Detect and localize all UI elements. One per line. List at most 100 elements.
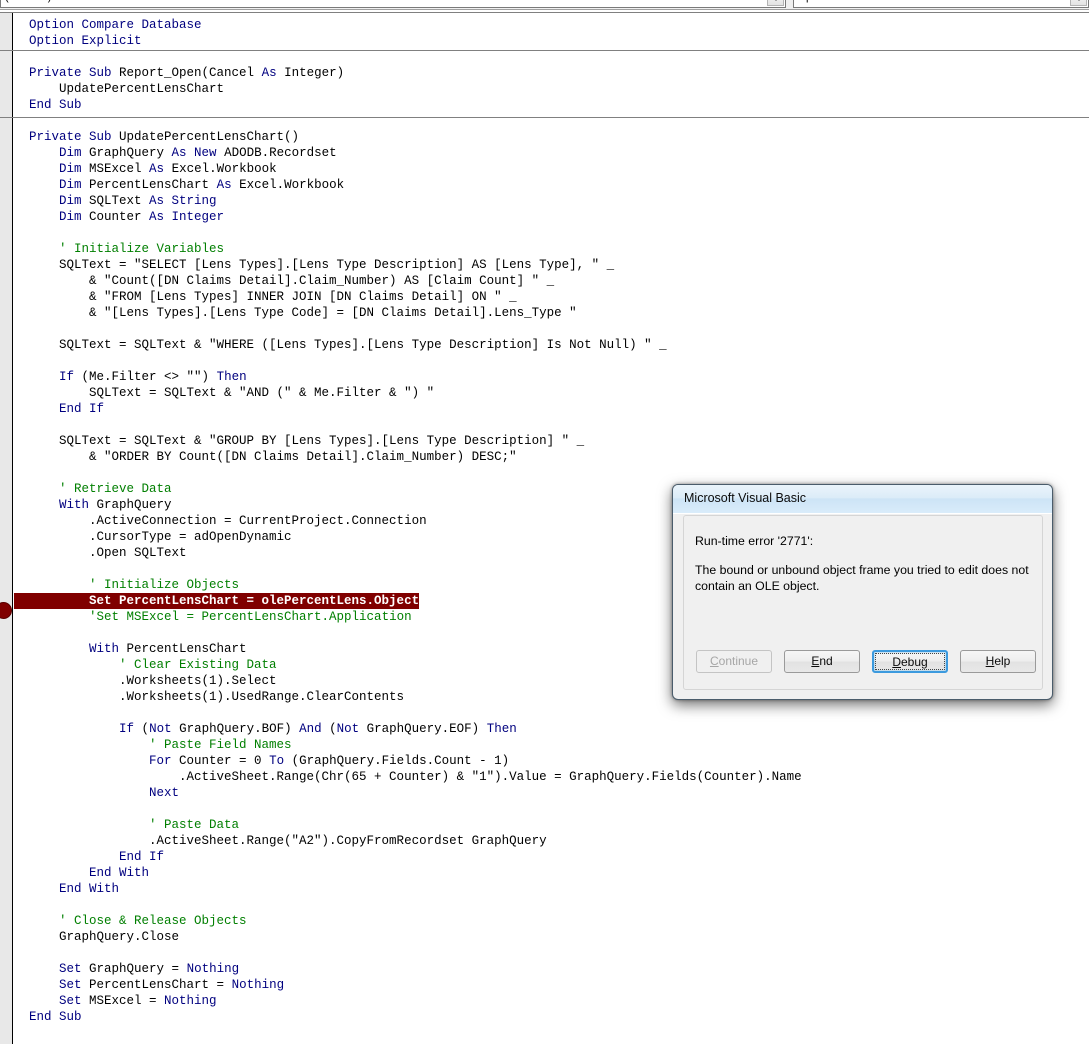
code-token: GraphQuery.Close (14, 930, 180, 944)
code-line[interactable]: ' Initialize Objects (14, 577, 239, 593)
focus-outline (875, 653, 945, 670)
code-line-highlighted[interactable]: Set PercentLensChart = olePercentLens.Ob… (14, 593, 420, 609)
code-token: Counter (89, 210, 150, 224)
code-line[interactable]: GraphQuery.Close (14, 929, 179, 945)
debug-button[interactable]: Debug (872, 650, 948, 673)
code-line[interactable]: ' Initialize Variables (14, 241, 224, 257)
help-button[interactable]: Help (960, 650, 1036, 673)
code-line[interactable]: Dim SQLText As String (14, 193, 217, 209)
code-line[interactable]: Option Compare Database (14, 17, 202, 33)
code-token: Excel.Workbook (239, 178, 345, 192)
code-line[interactable]: ' Paste Data (14, 817, 239, 833)
code-token: MSExcel (89, 162, 150, 176)
code-token: Option Explicit (29, 34, 142, 48)
code-line[interactable]: Set GraphQuery = Nothing (14, 961, 239, 977)
code-token: Next (149, 786, 180, 800)
code-line[interactable]: If (Not GraphQuery.BOF) And (Not GraphQu… (14, 721, 517, 737)
code-line[interactable]: SQLText = SQLText & "GROUP BY [Lens Type… (14, 433, 584, 449)
continue-button[interactable]: Continue (696, 650, 772, 673)
code-token: For (149, 754, 180, 768)
code-line[interactable]: End If (14, 849, 164, 865)
procedure-combo-box[interactable]: UpdatePercentLensChart (793, 0, 1089, 8)
code-token: Nothing (186, 962, 240, 976)
code-line[interactable]: Private Sub UpdatePercentLensChart() (14, 129, 299, 145)
code-token: Then (486, 722, 517, 736)
code-line[interactable]: 'Set MSExcel = PercentLensChart.Applicat… (14, 609, 412, 625)
code-token: MSExcel = (89, 994, 165, 1008)
code-line[interactable]: & "FROM [Lens Types] INNER JOIN [DN Clai… (14, 289, 517, 305)
code-line[interactable]: With GraphQuery (14, 497, 172, 513)
code-line[interactable]: With PercentLensChart (14, 641, 247, 657)
code-line[interactable]: .Worksheets(1).Select (14, 673, 277, 689)
code-token: ' Paste Field Names (149, 738, 292, 752)
error-message-text: The bound or unbound object frame you tr… (695, 563, 1029, 593)
code-token: ADODB.Recordset (224, 146, 337, 160)
code-line[interactable]: .ActiveSheet.Range(Chr(65 + Counter) & "… (14, 769, 802, 785)
code-token: Integer) (284, 66, 345, 80)
code-token: End Sub (29, 98, 82, 112)
code-token: ( (141, 722, 150, 736)
code-line[interactable]: For Counter = 0 To (GraphQuery.Fields.Co… (14, 753, 509, 769)
code-line[interactable]: .ActiveConnection = CurrentProject.Conne… (14, 513, 427, 529)
code-token: To (269, 754, 292, 768)
code-line[interactable]: ' Clear Existing Data (14, 657, 277, 673)
code-line[interactable]: Private Sub Report_Open(Cancel As Intege… (14, 65, 344, 81)
editor-margin-gutter[interactable] (0, 13, 13, 1044)
code-token: As (216, 178, 240, 192)
code-line[interactable]: .Worksheets(1).UsedRange.ClearContents (14, 689, 404, 705)
code-line[interactable]: .CursorType = adOpenDynamic (14, 529, 292, 545)
code-line[interactable]: .Open SQLText (14, 545, 187, 561)
code-token: SQLText = SQLText & "AND (" & Me.Filter … (14, 386, 435, 400)
toolbar-divider (0, 9, 1089, 10)
chevron-down-icon[interactable] (767, 0, 784, 6)
procedure-combo-value: UpdatePercentLensChart (798, 0, 922, 3)
code-token: (Me.Filter <> "") (81, 370, 217, 384)
code-line[interactable]: SQLText = "SELECT [Lens Types].[Lens Typ… (14, 257, 614, 273)
code-line[interactable]: ' Close & Release Objects (14, 913, 247, 929)
code-line[interactable]: Next (14, 785, 179, 801)
code-token: SQLText = SQLText & "GROUP BY [Lens Type… (14, 434, 585, 448)
code-line[interactable]: & "[Lens Types].[Lens Type Code] = [DN C… (14, 305, 577, 321)
code-line[interactable]: End With (14, 865, 149, 881)
code-line[interactable]: Dim Counter As Integer (14, 209, 224, 225)
code-line[interactable]: Set MSExcel = Nothing (14, 993, 217, 1009)
code-line[interactable]: Option Explicit (14, 33, 142, 49)
code-line[interactable]: End With (14, 881, 119, 897)
code-line[interactable]: ' Paste Field Names (14, 737, 292, 753)
code-line[interactable]: End Sub (14, 97, 82, 113)
code-line[interactable]: End Sub (14, 1009, 82, 1025)
code-line[interactable]: Dim GraphQuery As New ADODB.Recordset (14, 145, 337, 161)
code-token: ' Paste Data (149, 818, 240, 832)
code-line[interactable]: ' Retrieve Data (14, 481, 172, 497)
code-token: As Integer (149, 210, 225, 224)
chevron-down-icon[interactable] (1070, 0, 1087, 6)
code-token: GraphQuery.BOF) (179, 722, 300, 736)
code-line[interactable]: End If (14, 401, 104, 417)
code-line[interactable]: SQLText = SQLText & "WHERE ([Lens Types]… (14, 337, 667, 353)
code-line[interactable]: .ActiveSheet.Range("A2").CopyFromRecords… (14, 833, 547, 849)
code-line[interactable]: If (Me.Filter <> "") Then (14, 369, 247, 385)
end-button[interactable]: End (784, 650, 860, 673)
runtime-error-dialog[interactable]: Microsoft Visual Basic Run-time error '2… (672, 484, 1053, 700)
code-token: GraphQuery (96, 498, 172, 512)
code-line[interactable]: & "ORDER BY Count([DN Claims Detail].Cla… (14, 449, 517, 465)
code-line[interactable]: Dim PercentLensChart As Excel.Workbook (14, 177, 344, 193)
code-line[interactable]: Dim MSExcel As Excel.Workbook (14, 161, 277, 177)
code-token: Set (59, 978, 90, 992)
current-statement-marker-icon (0, 602, 12, 619)
code-line[interactable]: & "Count([DN Claims Detail].Claim_Number… (14, 273, 554, 289)
code-token: .Worksheets(1).UsedRange.ClearContents (14, 690, 405, 704)
code-line[interactable]: UpdatePercentLensChart (14, 81, 224, 97)
code-line[interactable]: Set PercentLensChart = Nothing (14, 977, 284, 993)
code-line[interactable]: SQLText = SQLText & "AND (" & Me.Filter … (14, 385, 434, 401)
code-token: Nothing (164, 994, 217, 1008)
object-combo-box[interactable]: (General) (0, 0, 786, 8)
